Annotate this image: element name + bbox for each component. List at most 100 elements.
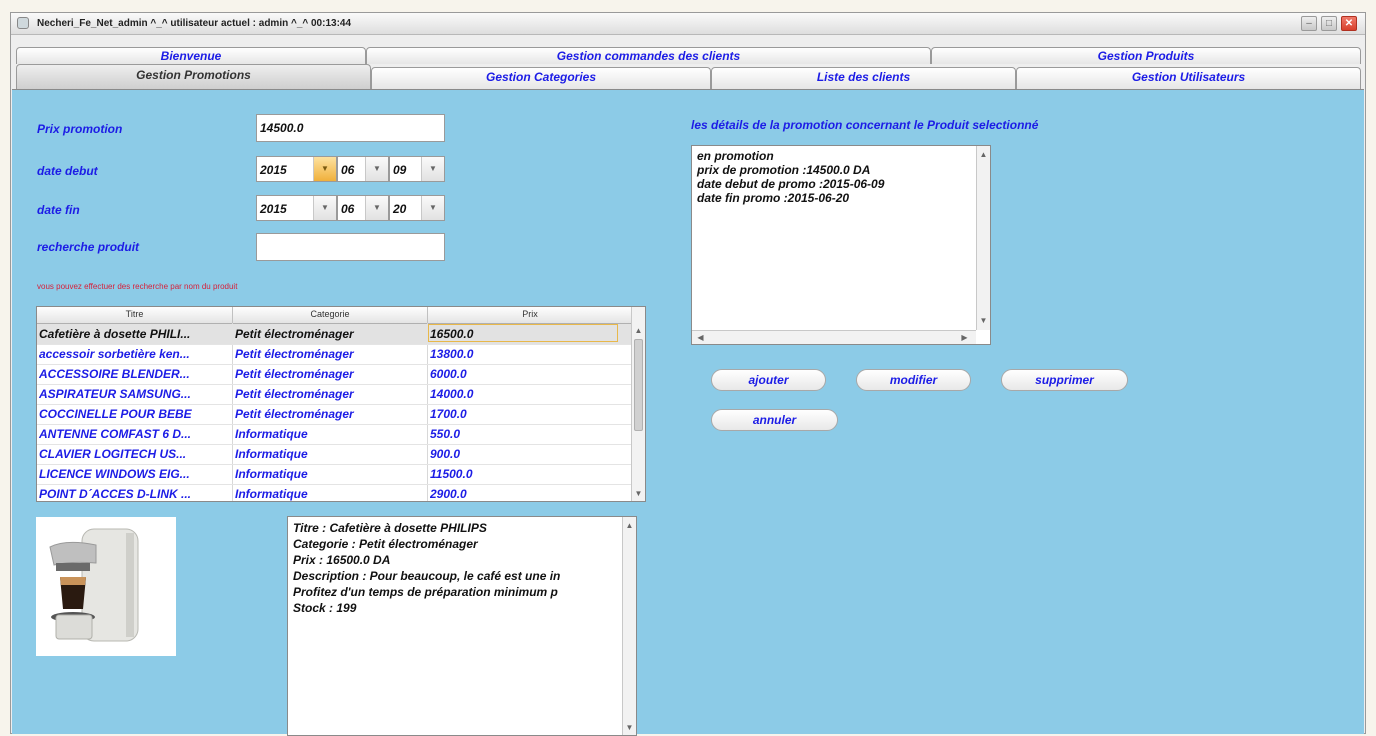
scroll-down-icon[interactable]: ▼ [977,314,990,327]
coffee-machine-image [36,517,176,656]
tab-gestion-promotions[interactable]: Gestion Promotions [16,64,371,89]
tab-gestion-utilisateurs[interactable]: Gestion Utilisateurs [1016,67,1361,89]
column-header-prix[interactable]: Prix [428,309,632,319]
ajouter-button[interactable]: ajouter [711,369,826,391]
cell-titre: ASPIRATEUR SAMSUNG... [39,387,191,401]
table-row[interactable]: accessoir sorbetière ken... Petit électr… [37,344,632,364]
promo-hscrollbar[interactable]: ◀ ▶ [692,330,976,344]
annuler-button[interactable]: annuler [711,409,838,431]
cell-categorie: Petit électroménager [235,387,354,401]
table-row[interactable]: ANTENNE COMFAST 6 D... Informatique 550.… [37,424,632,444]
product-image [36,517,176,656]
detail-categorie: Categorie : Petit électroménager [293,537,478,551]
details-scrollbar[interactable]: ▲ ▼ [622,517,636,735]
modifier-button[interactable]: modifier [856,369,971,391]
app-window: Necheri_Fe_Net_admin ^_^ utilisateur act… [10,12,1366,736]
detail-description: Description : Pour beaucoup, le café est… [293,569,561,583]
table-row[interactable]: Cafetière à dosette PHILI... Petit élect… [37,324,632,344]
scroll-down-icon[interactable]: ▼ [632,487,645,500]
date-debut-day-select[interactable]: 09 ▼ [389,156,445,182]
scroll-up-icon[interactable]: ▲ [632,324,645,337]
date-debut-month-value: 06 [341,163,355,177]
date-debut-label: date debut [37,164,98,178]
promo-details-textarea[interactable]: en promotion prix de promotion :14500.0 … [691,145,991,345]
close-icon[interactable]: ✕ [1341,16,1357,31]
cell-prix: 6000.0 [430,367,467,381]
chevron-down-icon[interactable]: ▼ [365,196,388,220]
tab-bienvenue[interactable]: Bienvenue [16,47,366,64]
table-row[interactable]: LICENCE WINDOWS EIG... Informatique 1150… [37,464,632,484]
title-bar: Necheri_Fe_Net_admin ^_^ utilisateur act… [11,13,1365,35]
chevron-down-icon[interactable]: ▼ [365,157,388,181]
table-row[interactable]: ASPIRATEUR SAMSUNG... Petit électroménag… [37,384,632,404]
minimize-icon[interactable]: – [1301,16,1317,31]
promotions-panel: Prix promotion 14500.0 date debut 2015 ▼… [12,89,1364,736]
date-debut-month-select[interactable]: 06 ▼ [337,156,389,182]
column-header-titre[interactable]: Titre [37,309,232,319]
scroll-right-icon[interactable]: ▶ [958,331,971,344]
date-fin-year-value: 2015 [260,202,287,216]
date-debut-year-value: 2015 [260,163,287,177]
detail-titre: Titre : Cafetière à dosette PHILIPS [293,521,487,535]
tab-gestion-categories[interactable]: Gestion Categories [371,67,711,89]
scroll-left-icon[interactable]: ◀ [694,331,707,344]
maximize-icon[interactable]: □ [1321,16,1337,31]
tab-gestion-produits[interactable]: Gestion Produits [931,47,1361,64]
cell-prix: 14000.0 [430,387,474,401]
table-row[interactable]: POINT D´ACCES D-LINK ... Informatique 29… [37,484,632,501]
scroll-thumb[interactable] [634,339,643,431]
date-fin-day-value: 20 [393,202,407,216]
chevron-down-icon[interactable]: ▼ [313,196,336,220]
scroll-down-icon[interactable]: ▼ [623,721,636,734]
date-debut-year-select[interactable]: 2015 ▼ [256,156,337,182]
promo-details-header: les détails de la promotion concernant l… [691,118,1039,132]
cell-categorie: Informatique [235,467,308,481]
date-fin-month-value: 06 [341,202,355,216]
scroll-up-icon[interactable]: ▲ [977,148,990,161]
scroll-up-icon[interactable]: ▲ [623,519,636,532]
cell-prix: 11500.0 [430,467,473,481]
cell-titre: POINT D´ACCES D-LINK ... [39,487,191,501]
detail-prix: Prix : 16500.0 DA [293,553,391,567]
table-row[interactable]: COCCINELLE POUR BEBE Petit électroménage… [37,404,632,424]
detail-stock: Stock : 199 [293,601,357,615]
tab-gestion-commandes[interactable]: Gestion commandes des clients [366,47,931,64]
cell-titre: LICENCE WINDOWS EIG... [39,467,190,481]
chevron-down-icon[interactable]: ▼ [421,157,444,181]
cell-titre: COCCINELLE POUR BEBE [39,407,192,421]
products-table: Titre Categorie Prix Cafetière à dosette… [36,306,646,502]
app-icon [17,17,29,29]
detail-description-2: Profitez d'un temps de préparation minim… [293,585,558,599]
cell-focus-border [428,324,618,342]
date-fin-year-select[interactable]: 2015 ▼ [256,195,337,221]
cell-prix: 900.0 [430,447,461,461]
cell-titre: ACCESSOIRE BLENDER... [39,367,190,381]
promo-line-debut: date debut de promo :2015-06-09 [697,177,885,191]
cell-titre: ANTENNE COMFAST 6 D... [39,427,192,441]
cell-categorie: Informatique [235,447,308,461]
product-details-textarea[interactable]: Titre : Cafetière à dosette PHILIPS Cate… [287,516,637,736]
promo-line-prix: prix de promotion :14500.0 DA [697,163,871,177]
prix-promotion-input[interactable]: 14500.0 [256,114,445,142]
date-debut-day-value: 09 [393,163,407,177]
cell-prix: 2900.0 [430,487,467,501]
promo-vscrollbar[interactable]: ▲ ▼ [976,146,990,330]
cell-categorie: Informatique [235,427,308,441]
chevron-down-icon[interactable]: ▼ [421,196,444,220]
search-hint: vous pouvez effectuer des recherche par … [37,282,238,291]
chevron-down-icon[interactable]: ▼ [313,157,336,181]
cell-titre: Cafetière à dosette PHILI... [39,327,191,341]
date-fin-day-select[interactable]: 20 ▼ [389,195,445,221]
table-row[interactable]: CLAVIER LOGITECH US... Informatique 900.… [37,444,632,464]
tab-liste-clients[interactable]: Liste des clients [711,67,1016,89]
column-header-categorie[interactable]: Categorie [233,309,427,319]
date-fin-month-select[interactable]: 06 ▼ [337,195,389,221]
cell-prix: 1700.0 [430,407,467,421]
cell-prix: 550.0 [430,427,461,441]
cell-titre: CLAVIER LOGITECH US... [39,447,187,461]
table-scrollbar[interactable]: ▲ ▼ [631,307,645,501]
supprimer-button[interactable]: supprimer [1001,369,1128,391]
table-header: Titre Categorie Prix [37,307,632,324]
table-row[interactable]: ACCESSOIRE BLENDER... Petit électroménag… [37,364,632,384]
recherche-produit-input[interactable] [256,233,445,261]
